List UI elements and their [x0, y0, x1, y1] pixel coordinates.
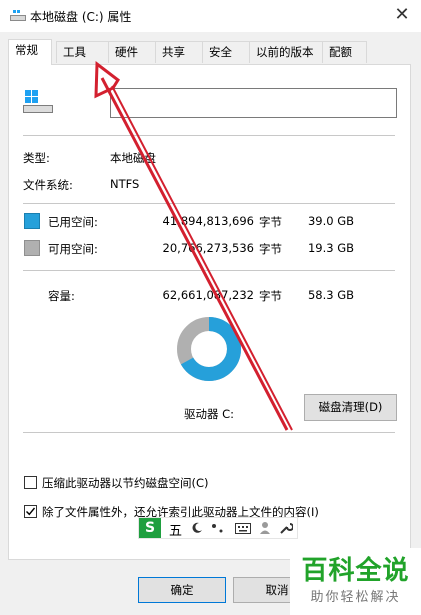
- watermark-title: 百科全说: [301, 556, 410, 586]
- watermark-subtitle: 助你轻松解决: [310, 590, 401, 605]
- watermark-logo: 百科全说 助你轻松解决: [290, 548, 421, 615]
- annotation-arrow: [94, 61, 293, 431]
- tab-general[interactable]: 常规: [8, 39, 52, 65]
